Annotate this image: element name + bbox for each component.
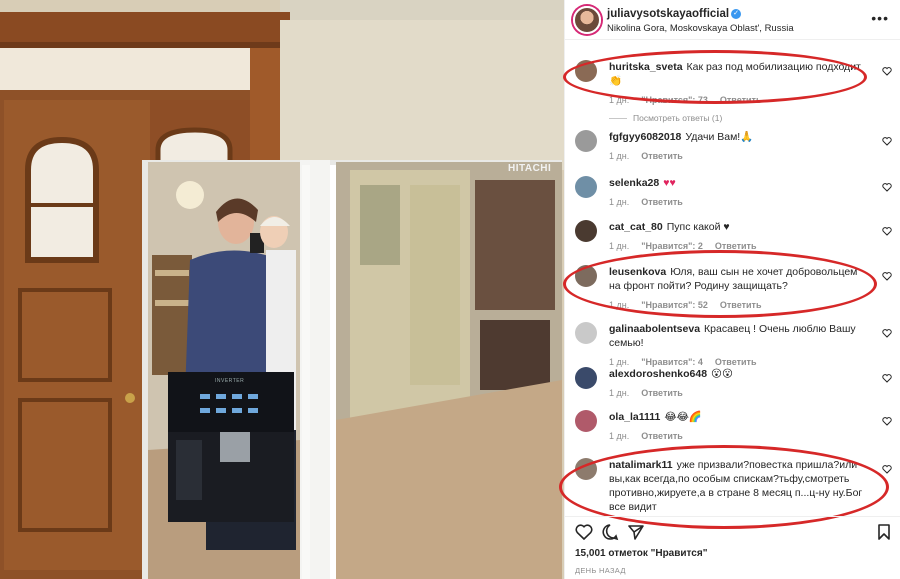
- comments-list: huritska_sveta Как раз под мобилизацию по…: [559, 40, 900, 529]
- commenter-avatar[interactable]: [575, 60, 597, 82]
- comment-time[interactable]: 1 дн.: [609, 431, 629, 441]
- comment-text: ♥♥: [663, 177, 676, 189]
- commenter-avatar[interactable]: [575, 130, 597, 152]
- comment-body: ola_la1111 😂😂🌈 1 дн. Ответить: [609, 410, 871, 443]
- comment-username[interactable]: ola_la1111: [609, 411, 660, 423]
- comment-time[interactable]: 1 дн.: [609, 95, 629, 105]
- post-side-panel: juliavysotskayaofficial ✓ Nikolina Gora, …: [559, 0, 900, 579]
- comment-time[interactable]: 1 дн.: [609, 388, 629, 398]
- heart-icon[interactable]: [882, 271, 892, 281]
- commenter-avatar[interactable]: [575, 322, 597, 344]
- reply-button[interactable]: Ответить: [720, 300, 762, 310]
- heart-icon[interactable]: [575, 523, 593, 541]
- post-photo: HITACHI INVERTER: [0, 0, 564, 579]
- comment-likes[interactable]: "Нравится": 2: [641, 241, 703, 251]
- heart-icon[interactable]: [882, 416, 892, 426]
- comment-meta: 1 дн. Ответить: [609, 386, 871, 400]
- comment-body: leusenkova Юля, ваш сын не хочет добровол…: [609, 265, 871, 312]
- post-header: juliavysotskayaofficial ✓ Nikolina Gora, …: [565, 0, 900, 40]
- comment-username[interactable]: fgfgyy6082018: [609, 131, 681, 143]
- heart-icon[interactable]: [882, 136, 892, 146]
- comment-username[interactable]: selenka28: [609, 177, 659, 189]
- reply-button[interactable]: Ответить: [641, 151, 683, 161]
- heart-icon[interactable]: [882, 226, 892, 236]
- share-icon[interactable]: [627, 523, 645, 541]
- comment-username[interactable]: natalimark11: [609, 459, 673, 471]
- view-replies-button[interactable]: Посмотреть ответы (1): [609, 111, 871, 125]
- mirror-selfie-photo: [0, 0, 564, 579]
- fridge-brand-label: HITACHI: [508, 163, 552, 174]
- reply-button[interactable]: Ответить: [641, 197, 683, 207]
- verified-icon: ✓: [731, 8, 742, 19]
- comment-meta: 1 дн. "Нравится": 73 Ответить: [609, 93, 871, 107]
- heart-icon[interactable]: [882, 373, 892, 383]
- comment-username[interactable]: cat_cat_80: [609, 221, 663, 233]
- comment-body: alexdoroshenko648 😮😮 1 дн. Ответить: [609, 367, 871, 400]
- commenter-avatar[interactable]: [575, 410, 597, 432]
- comment-meta: 1 дн. Ответить: [609, 149, 871, 163]
- reply-button[interactable]: Ответить: [641, 431, 683, 441]
- bookmark-icon[interactable]: [875, 523, 893, 541]
- comment-time[interactable]: 1 дн.: [609, 197, 629, 207]
- more-icon[interactable]: •••: [871, 10, 889, 26]
- heart-icon[interactable]: [882, 182, 892, 192]
- comment-username[interactable]: alexdoroshenko648: [609, 368, 707, 380]
- comment-meta: 1 дн. "Нравится": 2 Ответить: [609, 239, 871, 253]
- comment-text: 😮😮: [711, 368, 733, 380]
- comment-time[interactable]: 1 дн.: [609, 357, 629, 367]
- comment-icon[interactable]: [601, 523, 619, 541]
- comment-body: fgfgyy6082018 Удачи Вам!🙏 1 дн. Ответить: [609, 130, 871, 163]
- comment-likes[interactable]: "Нравится": 52: [641, 300, 708, 310]
- comment-likes[interactable]: "Нравится": 73: [641, 95, 708, 105]
- comment-meta: 1 дн. "Нравится": 52 Ответить: [609, 298, 871, 312]
- comment-time[interactable]: 1 дн.: [609, 151, 629, 161]
- likes-count[interactable]: 15,001 отметок "Нравится": [575, 548, 707, 559]
- post-time[interactable]: ДЕНЬ НАЗАД: [575, 566, 626, 575]
- comment-likes[interactable]: "Нравится": 4: [641, 357, 703, 367]
- action-bar: [565, 516, 900, 544]
- comment-time[interactable]: 1 дн.: [609, 241, 629, 251]
- commenter-avatar[interactable]: [575, 458, 597, 480]
- reply-button[interactable]: Ответить: [641, 388, 683, 398]
- reply-button[interactable]: Ответить: [715, 357, 757, 367]
- heart-icon[interactable]: [882, 328, 892, 338]
- comment-text: Пупс какой ♥: [666, 221, 730, 233]
- reply-button[interactable]: Ответить: [720, 95, 762, 105]
- comment-body: galinaabolentseva Красавец ! Очень люблю …: [609, 322, 871, 369]
- heart-icon[interactable]: [882, 464, 892, 474]
- reply-button[interactable]: Ответить: [715, 241, 757, 251]
- owner-username[interactable]: juliavysotskayaofficial ✓: [607, 8, 742, 20]
- commenter-avatar[interactable]: [575, 265, 597, 287]
- comment-text: Удачи Вам!🙏: [685, 131, 754, 143]
- comment-meta: 1 дн. Ответить: [609, 195, 871, 209]
- comment-username[interactable]: huritska_sveta: [609, 61, 683, 73]
- commenter-avatar[interactable]: [575, 367, 597, 389]
- comment-body: natalimark11 уже призвали?повестка пришла…: [609, 458, 871, 514]
- comment-username[interactable]: leusenkova: [609, 266, 666, 278]
- comment-body: selenka28 ♥♥ 1 дн. Ответить: [609, 176, 871, 209]
- commenter-avatar[interactable]: [575, 220, 597, 242]
- fridge-panel-label: INVERTER: [215, 378, 245, 384]
- commenter-avatar[interactable]: [575, 176, 597, 198]
- comment-body: cat_cat_80 Пупс какой ♥ 1 дн. "Нравится": …: [609, 220, 871, 253]
- comment-time[interactable]: 1 дн.: [609, 300, 629, 310]
- heart-icon[interactable]: [882, 66, 892, 76]
- owner-avatar[interactable]: [573, 6, 601, 34]
- comment-meta: 1 дн. Ответить: [609, 429, 871, 443]
- comment-username[interactable]: galinaabolentseva: [609, 323, 700, 335]
- owner-username-text[interactable]: juliavysotskayaofficial: [607, 8, 729, 20]
- comment-body: huritska_sveta Как раз под мобилизацию по…: [609, 60, 871, 125]
- post-location[interactable]: Nikolina Gora, Moskovskaya Oblast', Russ…: [607, 23, 794, 34]
- comment-text: 😂😂🌈: [664, 411, 703, 423]
